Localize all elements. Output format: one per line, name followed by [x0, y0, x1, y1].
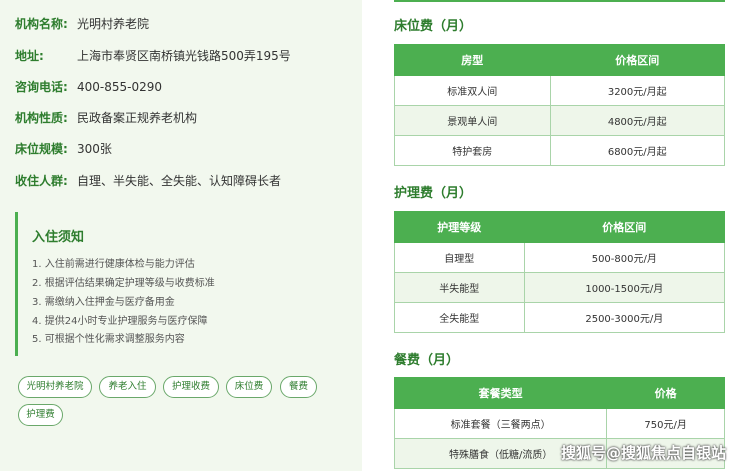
table-header-row: 房型 价格区间 [394, 44, 725, 76]
notice-item: 3. 需缴纳入住押金与医疗备用金 [32, 297, 175, 308]
table-row: 标准双人间 3200元/月起 [394, 75, 725, 106]
table-cell: 500-800元/月 [523, 242, 726, 273]
info-value: 民政备案正规养老机构 [77, 111, 198, 125]
notice-item: 4. 提供24小时专业护理服务与医疗保障 [32, 316, 208, 327]
info-value: 光明村养老院 [77, 17, 150, 31]
table-cell: 全失能型 [394, 302, 525, 333]
table-row: 自理型 500-800元/月 [394, 242, 726, 273]
column-header: 价格区间 [549, 44, 725, 76]
notice-item: 5. 可根据个性化需求调整服务内容 [32, 334, 185, 345]
table-cell: 标准双人间 [394, 75, 551, 106]
tag-meal-fee[interactable]: 餐费 [280, 376, 317, 398]
top-divider [394, 0, 725, 2]
info-label: 地址: [15, 49, 44, 63]
care-fee-title: 护理费（月） [394, 186, 473, 201]
column-header: 价格 [606, 377, 725, 409]
table-cell: 6800元/月起 [549, 135, 725, 166]
bed-fee-title: 床位费（月） [394, 19, 473, 34]
bed-fee-table: 房型 价格区间 标准双人间 3200元/月起 景观单人间 4800元/月起 特护… [394, 44, 725, 166]
info-row-name: 机构名称: 光明村养老院 [15, 16, 149, 32]
table-cell: 标准套餐（三餐两点） [393, 408, 608, 439]
table-cell: 特护套房 [394, 135, 551, 166]
notice-item: 2. 根据评估结果确定护理等级与收费标准 [32, 278, 215, 289]
column-header: 房型 [394, 44, 551, 76]
info-value: 自理、半失能、全失能、认知障碍长者 [77, 174, 282, 188]
column-header: 价格区间 [523, 211, 726, 243]
table-header-row: 套餐类型 价格 [393, 377, 725, 409]
tag-care-fees[interactable]: 护理收费 [163, 376, 219, 398]
info-label: 咨询电话: [15, 80, 68, 94]
source-watermark: 搜狐号@搜狐焦点自银站 [560, 444, 726, 462]
info-value: 上海市奉贤区南桥镇光钱路500弄195号 [77, 49, 291, 63]
info-label: 机构性质: [15, 111, 68, 125]
table-row: 特护套房 6800元/月起 [394, 135, 725, 166]
tag-bed-fee[interactable]: 床位费 [226, 376, 272, 398]
table-cell: 1000-1500元/月 [523, 272, 726, 303]
table-cell: 4800元/月起 [549, 105, 725, 136]
info-row-address: 地址: 上海市奉贤区南桥镇光钱路500弄195号 [15, 48, 291, 64]
info-label: 机构名称: [15, 17, 68, 31]
table-cell: 750元/月 [606, 408, 725, 439]
info-row-phone: 咨询电话: 400-855-0290 [15, 79, 162, 95]
info-value: 300张 [77, 142, 112, 156]
info-row-residents: 收住人群: 自理、半失能、全失能、认知障碍长者 [15, 173, 281, 189]
info-label: 床位规模: [15, 142, 68, 156]
column-header: 护理等级 [394, 211, 525, 243]
table-header-row: 护理等级 价格区间 [394, 211, 726, 243]
table-cell: 景观单人间 [394, 105, 551, 136]
info-row-nature: 机构性质: 民政备案正规养老机构 [15, 110, 197, 126]
admission-notice: 入住须知 1. 入住前需进行健康体检与能力评估 2. 根据评估结果确定护理等级与… [15, 212, 350, 356]
table-row: 全失能型 2500-3000元/月 [394, 302, 726, 333]
tag-guangmingcun[interactable]: 光明村养老院 [18, 376, 92, 398]
info-label: 收住人群: [15, 174, 68, 188]
meal-fee-title: 餐费（月） [394, 353, 460, 368]
institution-info-panel: 机构名称: 光明村养老院 地址: 上海市奉贤区南桥镇光钱路500弄195号 咨询电话… [0, 0, 362, 471]
column-header: 套餐类型 [393, 377, 608, 409]
table-cell: 2500-3000元/月 [523, 302, 726, 333]
info-row-beds: 床位规模: 300张 [15, 141, 112, 157]
tag-nursing-fee[interactable]: 护理费 [18, 404, 63, 426]
notice-item: 1. 入住前需进行健康体检与能力评估 [32, 259, 195, 270]
tag-admission[interactable]: 养老入住 [99, 376, 156, 398]
table-cell: 半失能型 [394, 272, 525, 303]
table-row: 标准套餐（三餐两点） 750元/月 [393, 408, 725, 439]
fee-panel: 床位费（月） 房型 价格区间 标准双人间 3200元/月起 景观单人间 4800… [362, 0, 740, 471]
care-fee-table: 护理等级 价格区间 自理型 500-800元/月 半失能型 1000-1500元… [394, 211, 726, 333]
notice-title: 入住须知 [32, 230, 85, 245]
table-row: 景观单人间 4800元/月起 [394, 105, 725, 136]
table-cell: 自理型 [394, 242, 525, 273]
table-cell: 3200元/月起 [549, 75, 725, 106]
table-row: 半失能型 1000-1500元/月 [394, 272, 726, 303]
info-value[interactable]: 400-855-0290 [77, 80, 162, 94]
